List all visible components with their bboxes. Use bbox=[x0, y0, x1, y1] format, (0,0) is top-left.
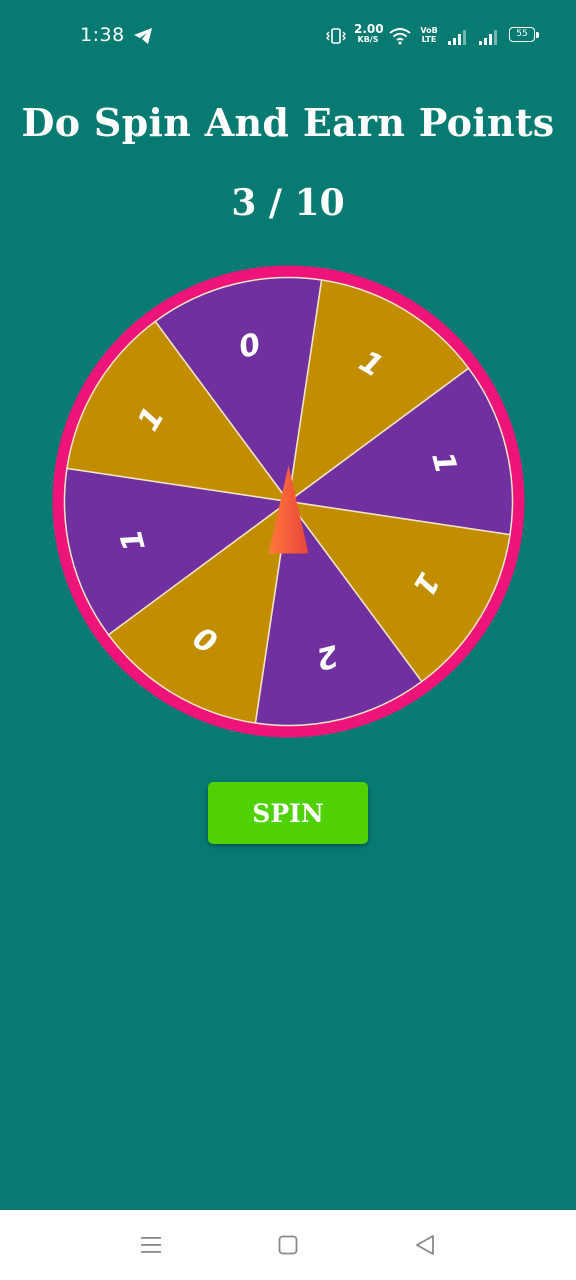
status-time: 1:38 bbox=[80, 24, 125, 46]
home-icon[interactable] bbox=[278, 1235, 298, 1255]
network-speed-value: 2.00 bbox=[354, 22, 384, 36]
spin-wheel[interactable]: 01112011 bbox=[50, 263, 527, 740]
battery-level: 55 bbox=[516, 29, 528, 39]
wifi-icon bbox=[389, 28, 411, 45]
signal-icon bbox=[448, 30, 466, 45]
spin-counter: 3 / 10 bbox=[231, 182, 345, 224]
network-speed: 2.00 KB/S bbox=[354, 22, 384, 45]
status-bar: 1:38 2.00 KB/S VoB LTE 55 bbox=[0, 0, 576, 72]
signal-icon-2 bbox=[479, 30, 497, 45]
navigation-bar bbox=[0, 1210, 576, 1280]
telegram-icon bbox=[134, 28, 152, 44]
volte-line2: LTE bbox=[421, 35, 437, 44]
menu-icon[interactable] bbox=[140, 1235, 162, 1255]
vibrate-icon bbox=[326, 28, 346, 44]
battery-icon: 55 bbox=[509, 27, 535, 42]
volte-icon: VoB LTE bbox=[418, 26, 440, 46]
page-title: Do Spin And Earn Points bbox=[21, 100, 555, 145]
network-speed-unit: KB/S bbox=[357, 35, 379, 44]
volte-line1: VoB bbox=[420, 26, 438, 35]
spin-button[interactable]: SPIN bbox=[208, 782, 368, 844]
wheel-graphic[interactable]: 0 1112011 bbox=[50, 263, 527, 740]
battery-tip bbox=[536, 32, 539, 38]
back-icon[interactable] bbox=[414, 1234, 436, 1256]
